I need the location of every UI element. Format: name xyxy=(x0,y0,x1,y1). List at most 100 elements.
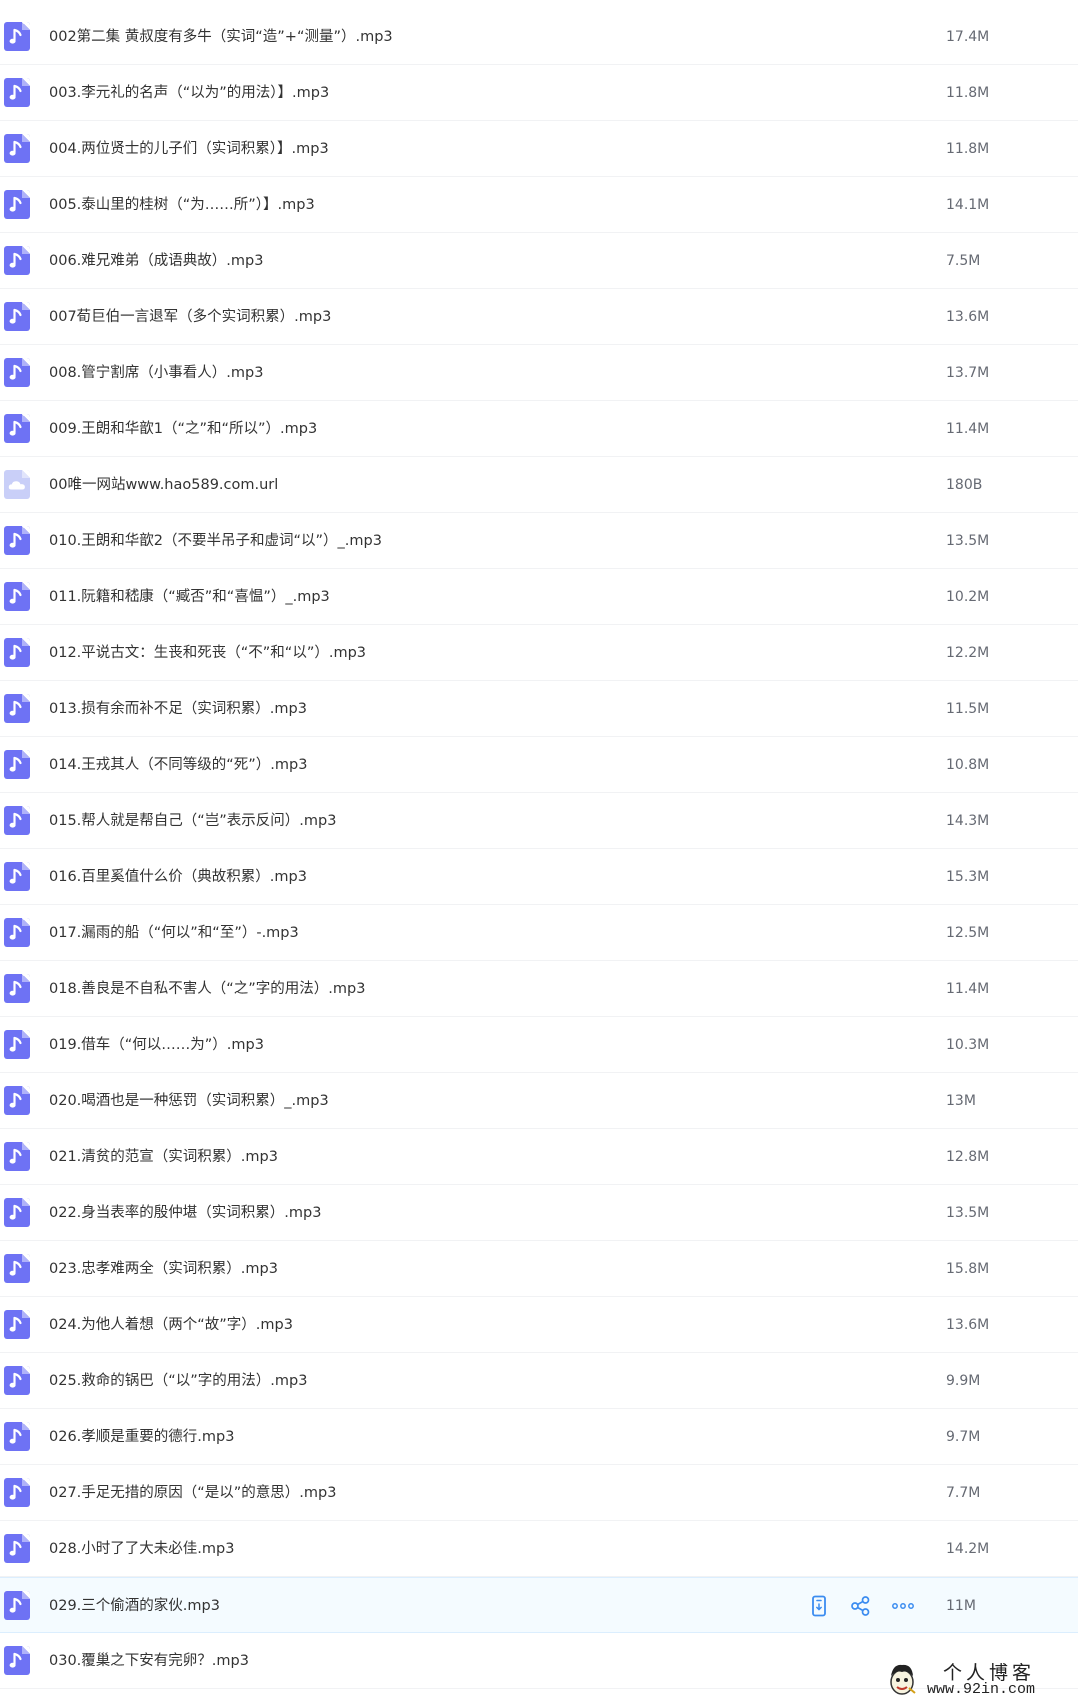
audio-file-icon xyxy=(4,1086,30,1115)
file-row[interactable]: 00唯一网站www.hao589.com.url 180B xyxy=(0,457,1078,513)
file-name-link[interactable]: 030.覆巢之下安有完卵？.mp3 xyxy=(49,1633,249,1689)
file-size: 9.9M xyxy=(946,1373,981,1389)
file-row[interactable]: 009.王朗和华歆1（“之”和“所以”）.mp3 11.4M xyxy=(0,401,1078,457)
file-row[interactable]: 027.手足无措的原因（“是以”的意思）.mp3 7.7M xyxy=(0,1465,1078,1521)
file-size: 17.4M xyxy=(946,29,990,45)
file-row[interactable]: 010.王朗和华歆2（不要半吊子和虚词“以”）_.mp3 13.5M xyxy=(0,513,1078,569)
file-name-link[interactable]: 028.小时了了大未必佳.mp3 xyxy=(49,1521,234,1577)
file-name-link[interactable]: 00唯一网站www.hao589.com.url xyxy=(49,457,278,513)
file-row[interactable]: 019.借车（“何以……为”）.mp3 10.3M xyxy=(0,1017,1078,1073)
file-name-link[interactable]: 022.身当表率的殷仲堪（实词积累）.mp3 xyxy=(49,1185,321,1241)
file-size: 11.8M xyxy=(946,85,990,101)
audio-file-icon xyxy=(4,246,30,275)
file-row[interactable]: 006.难兄难弟（成语典故）.mp3 7.5M xyxy=(0,233,1078,289)
audio-file-icon xyxy=(4,638,30,667)
file-name-link[interactable]: 010.王朗和华歆2（不要半吊子和虚词“以”）_.mp3 xyxy=(49,513,382,569)
file-name-link[interactable]: 009.王朗和华歆1（“之”和“所以”）.mp3 xyxy=(49,401,317,457)
file-row[interactable]: 028.小时了了大未必佳.mp3 14.2M xyxy=(0,1521,1078,1577)
audio-file-icon xyxy=(4,1591,30,1620)
file-size: 14.2M xyxy=(946,1541,990,1557)
file-row[interactable]: 007荀巨伯一言退军（多个实词积累）.mp3 13.6M xyxy=(0,289,1078,345)
file-row[interactable]: 011.阮籍和嵇康（“臧否”和“喜愠”）_.mp3 10.2M xyxy=(0,569,1078,625)
audio-file-icon xyxy=(4,1534,30,1563)
file-name-link[interactable]: 013.损有余而补不足（实词积累）.mp3 xyxy=(49,681,307,737)
audio-file-icon xyxy=(4,414,30,443)
audio-file-icon xyxy=(4,302,30,331)
file-row[interactable]: 020.喝酒也是一种惩罚（实词积累）_.mp3 13M xyxy=(0,1073,1078,1129)
file-row[interactable]: 014.王戎其人（不同等级的“死”）.mp3 10.8M xyxy=(0,737,1078,793)
file-name-link[interactable]: 023.忠孝难两全（实词积累）.mp3 xyxy=(49,1241,278,1297)
file-size: 12.8M xyxy=(946,1149,990,1165)
file-row[interactable]: 029.三个偷酒的家伙.mp3 11M xyxy=(0,1577,1078,1633)
audio-file-icon xyxy=(4,750,30,779)
file-row[interactable]: 017.漏雨的船（“何以”和“至”）-.mp3 12.5M xyxy=(0,905,1078,961)
file-size: 14.3M xyxy=(946,813,990,829)
file-name-link[interactable]: 021.清贫的范宣（实词积累）.mp3 xyxy=(49,1129,278,1185)
audio-file-icon xyxy=(4,358,30,387)
file-name-link[interactable]: 008.管宁割席（小事看人）.mp3 xyxy=(49,345,263,401)
file-name-link[interactable]: 026.孝顺是重要的德行.mp3 xyxy=(49,1409,234,1465)
file-row[interactable]: 018.善良是不自私不害人（“之”字的用法）.mp3 11.4M xyxy=(0,961,1078,1017)
file-name-link[interactable]: 012.平说古文：生丧和死丧（“不”和“以”）.mp3 xyxy=(49,625,366,681)
file-row[interactable]: 012.平说古文：生丧和死丧（“不”和“以”）.mp3 12.2M xyxy=(0,625,1078,681)
file-name-link[interactable]: 002第二集 黄叔度有多牛（实词“造”+“测量”）.mp3 xyxy=(49,9,393,65)
file-name-link[interactable]: 029.三个偷酒的家伙.mp3 xyxy=(49,1578,220,1634)
file-row[interactable]: 026.孝顺是重要的德行.mp3 9.7M xyxy=(0,1409,1078,1465)
file-size: 11.4M xyxy=(946,981,990,997)
file-name-link[interactable]: 027.手足无措的原因（“是以”的意思）.mp3 xyxy=(49,1465,336,1521)
file-name-link[interactable]: 018.善良是不自私不害人（“之”字的用法）.mp3 xyxy=(49,961,365,1017)
file-name-link[interactable]: 019.借车（“何以……为”）.mp3 xyxy=(49,1017,264,1073)
mascot-icon xyxy=(890,1664,916,1695)
file-name-link[interactable]: 016.百里奚值什么价（典故积累）.mp3 xyxy=(49,849,307,905)
file-size: 13.5M xyxy=(946,533,990,549)
file-size: 15.3M xyxy=(946,869,990,885)
file-name-link[interactable]: 007荀巨伯一言退军（多个实词积累）.mp3 xyxy=(49,289,331,345)
file-row[interactable]: 022.身当表率的殷仲堪（实词积累）.mp3 13.5M xyxy=(0,1185,1078,1241)
file-size: 9.7M xyxy=(946,1429,981,1445)
file-row[interactable]: 004.两位贤士的儿子们（实词积累）】.mp3 11.8M xyxy=(0,121,1078,177)
file-name-link[interactable]: 024.为他人着想（两个“故”字）.mp3 xyxy=(49,1297,293,1353)
watermark-url: www.92in.com xyxy=(927,1681,1036,1698)
audio-file-icon xyxy=(4,806,30,835)
file-row[interactable]: 008.管宁割席（小事看人）.mp3 13.7M xyxy=(0,345,1078,401)
file-size: 13M xyxy=(946,1093,976,1109)
audio-file-icon xyxy=(4,1478,30,1507)
file-name-link[interactable]: 025.救命的锅巴（“以”字的用法）.mp3 xyxy=(49,1353,307,1409)
audio-file-icon xyxy=(4,78,30,107)
audio-file-icon xyxy=(4,918,30,947)
share-icon[interactable] xyxy=(848,1594,874,1618)
file-name-link[interactable]: 014.王戎其人（不同等级的“死”）.mp3 xyxy=(49,737,307,793)
more-options-icon[interactable] xyxy=(890,1594,916,1618)
audio-file-icon xyxy=(4,526,30,555)
file-row[interactable]: 003.李元礼的名声（“以为”的用法）】.mp3 11.8M xyxy=(0,65,1078,121)
audio-file-icon xyxy=(4,1198,30,1227)
file-row[interactable]: 015.帮人就是帮自己（“岂”表示反问）.mp3 14.3M xyxy=(0,793,1078,849)
file-row[interactable]: 002第二集 黄叔度有多牛（实词“造”+“测量”）.mp3 17.4M xyxy=(0,9,1078,65)
file-row[interactable]: 005.泰山里的桂树（“为……所”）】.mp3 14.1M xyxy=(0,177,1078,233)
file-row[interactable]: 016.百里奚值什么价（典故积累）.mp3 15.3M xyxy=(0,849,1078,905)
audio-file-icon xyxy=(4,190,30,219)
file-list: 002第二集 黄叔度有多牛（实词“造”+“测量”）.mp3 17.4M 003.李元… xyxy=(0,9,1078,1689)
file-size: 11.8M xyxy=(946,141,990,157)
file-row[interactable]: 025.救命的锅巴（“以”字的用法）.mp3 9.9M xyxy=(0,1353,1078,1409)
file-name-link[interactable]: 004.两位贤士的儿子们（实词积累）】.mp3 xyxy=(49,121,329,177)
file-row[interactable]: 023.忠孝难两全（实词积累）.mp3 15.8M xyxy=(0,1241,1078,1297)
file-name-link[interactable]: 006.难兄难弟（成语典故）.mp3 xyxy=(49,233,263,289)
link-file-icon xyxy=(4,470,30,499)
file-size: 12.5M xyxy=(946,925,990,941)
audio-file-icon xyxy=(4,1310,30,1339)
file-name-link[interactable]: 003.李元礼的名声（“以为”的用法）】.mp3 xyxy=(49,65,329,121)
file-name-link[interactable]: 017.漏雨的船（“何以”和“至”）-.mp3 xyxy=(49,905,299,961)
file-name-link[interactable]: 005.泰山里的桂树（“为……所”）】.mp3 xyxy=(49,177,315,233)
file-size: 180B xyxy=(946,477,983,493)
file-name-link[interactable]: 011.阮籍和嵇康（“臧否”和“喜愠”）_.mp3 xyxy=(49,569,330,625)
file-name-link[interactable]: 015.帮人就是帮自己（“岂”表示反问）.mp3 xyxy=(49,793,336,849)
file-name-link[interactable]: 020.喝酒也是一种惩罚（实词积累）_.mp3 xyxy=(49,1073,329,1129)
audio-file-icon xyxy=(4,134,30,163)
send-to-phone-icon[interactable] xyxy=(806,1594,832,1618)
file-row[interactable]: 013.损有余而补不足（实词积累）.mp3 11.5M xyxy=(0,681,1078,737)
file-row[interactable]: 021.清贫的范宣（实词积累）.mp3 12.8M xyxy=(0,1129,1078,1185)
audio-file-icon xyxy=(4,1366,30,1395)
file-row[interactable]: 024.为他人着想（两个“故”字）.mp3 13.6M xyxy=(0,1297,1078,1353)
audio-file-icon xyxy=(4,1142,30,1171)
